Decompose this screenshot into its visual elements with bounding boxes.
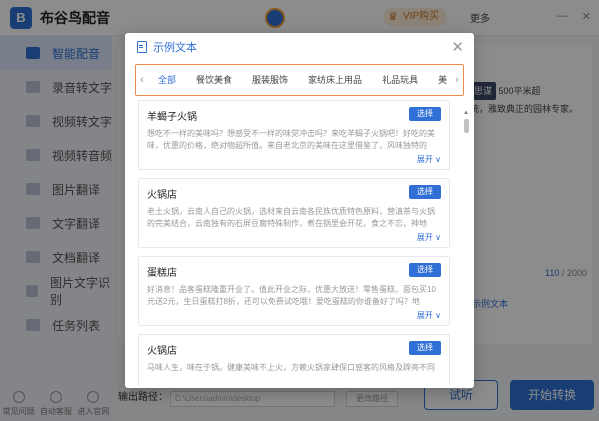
category-tabs: ‹ 全部 餐饮美食 服装服饰 家纺床上用品 礼品玩具 美 › bbox=[135, 64, 464, 96]
tab-beauty[interactable]: 美 bbox=[428, 65, 451, 95]
scroll-up-icon[interactable]: ▲ bbox=[463, 109, 469, 117]
expand-link[interactable]: 展开 ∨ bbox=[417, 232, 441, 243]
card-title: 火锅店 bbox=[147, 190, 177, 201]
sample-text-dialog: 示例文本 ✕ ‹ 全部 餐饮美食 服装服饰 家纺床上用品 礼品玩具 美 › 羊蝎… bbox=[125, 33, 474, 396]
tab-clothing[interactable]: 服装服饰 bbox=[242, 65, 298, 95]
select-button[interactable]: 选择 bbox=[409, 185, 441, 199]
card-title: 羊蝎子火锅 bbox=[147, 112, 197, 123]
list-item: 火锅店 马味人生，味在于锅。健康美味不上火，方赖火锅家肆保口感客的风格及辟亮不同… bbox=[138, 334, 450, 385]
list-scrollbar[interactable]: ▲ ▼ bbox=[463, 109, 469, 397]
chevron-right-icon[interactable]: › bbox=[451, 74, 463, 86]
dialog-header: 示例文本 bbox=[125, 33, 474, 61]
card-body: 想吃不一样的美味吗？想感受不一样的味觉冲击吗？来吃羊蝎子火锅吧！好吃的美味，优惠… bbox=[147, 129, 435, 150]
expand-link[interactable]: 展开 ∨ bbox=[417, 154, 441, 165]
expand-label: 展开 bbox=[416, 155, 433, 164]
tab-track: 全部 餐饮美食 服装服饰 家纺床上用品 礼品玩具 美 bbox=[148, 65, 451, 95]
scroll-down-icon[interactable]: ▼ bbox=[463, 389, 469, 397]
dialog-title: 示例文本 bbox=[153, 42, 197, 54]
scroll-thumb[interactable] bbox=[463, 119, 469, 133]
sample-list: 羊蝎子火锅 想吃不一样的美味吗？想感受不一样的味觉冲击吗？来吃羊蝎子火锅吧！好吃… bbox=[138, 100, 458, 385]
card-body: 马味人生，味在于锅。健康美味不上火，方赖火锅家肆保口感客的风格及辟亮不同 bbox=[147, 363, 435, 372]
tab-gifts-toys[interactable]: 礼品玩具 bbox=[372, 65, 428, 95]
chevron-left-icon[interactable]: ‹ bbox=[136, 74, 148, 86]
select-button[interactable]: 选择 bbox=[409, 263, 441, 277]
expand-link[interactable]: 展开 ∨ bbox=[417, 310, 441, 321]
card-body: 好消息！品客蛋糕隆重开业了。值此开业之际，优惠大放送！零售蛋糕，面包买10元送2… bbox=[147, 285, 436, 306]
chevron-down-icon: ∨ bbox=[435, 311, 441, 320]
card-title: 蛋糕店 bbox=[147, 268, 177, 279]
tab-all[interactable]: 全部 bbox=[148, 65, 186, 95]
select-button[interactable]: 选择 bbox=[409, 341, 441, 355]
list-item: 羊蝎子火锅 想吃不一样的美味吗？想感受不一样的味觉冲击吗？来吃羊蝎子火锅吧！好吃… bbox=[138, 100, 450, 170]
document-icon bbox=[137, 41, 147, 53]
list-item: 火锅店 老土火锅，云南人自己的火锅，选材来自云南各民族优质特色原料，营滇茶与火锅… bbox=[138, 178, 450, 248]
expand-label: 展开 bbox=[416, 233, 433, 242]
select-button[interactable]: 选择 bbox=[409, 107, 441, 121]
list-item: 蛋糕店 好消息！品客蛋糕隆重开业了。值此开业之际，优惠大放送！零售蛋糕，面包买1… bbox=[138, 256, 450, 326]
card-body: 老土火锅，云南人自己的火锅，选材来自云南各民族优质特色原料，营滇茶与火锅的完美结… bbox=[147, 207, 435, 228]
chevron-down-icon: ∨ bbox=[435, 155, 441, 164]
tab-food[interactable]: 餐饮美食 bbox=[186, 65, 242, 95]
close-icon[interactable]: ✕ bbox=[451, 38, 464, 56]
chevron-down-icon: ∨ bbox=[435, 233, 441, 242]
tab-bedding[interactable]: 家纺床上用品 bbox=[298, 65, 372, 95]
expand-label: 展开 bbox=[416, 311, 433, 320]
card-title: 火锅店 bbox=[147, 346, 177, 357]
